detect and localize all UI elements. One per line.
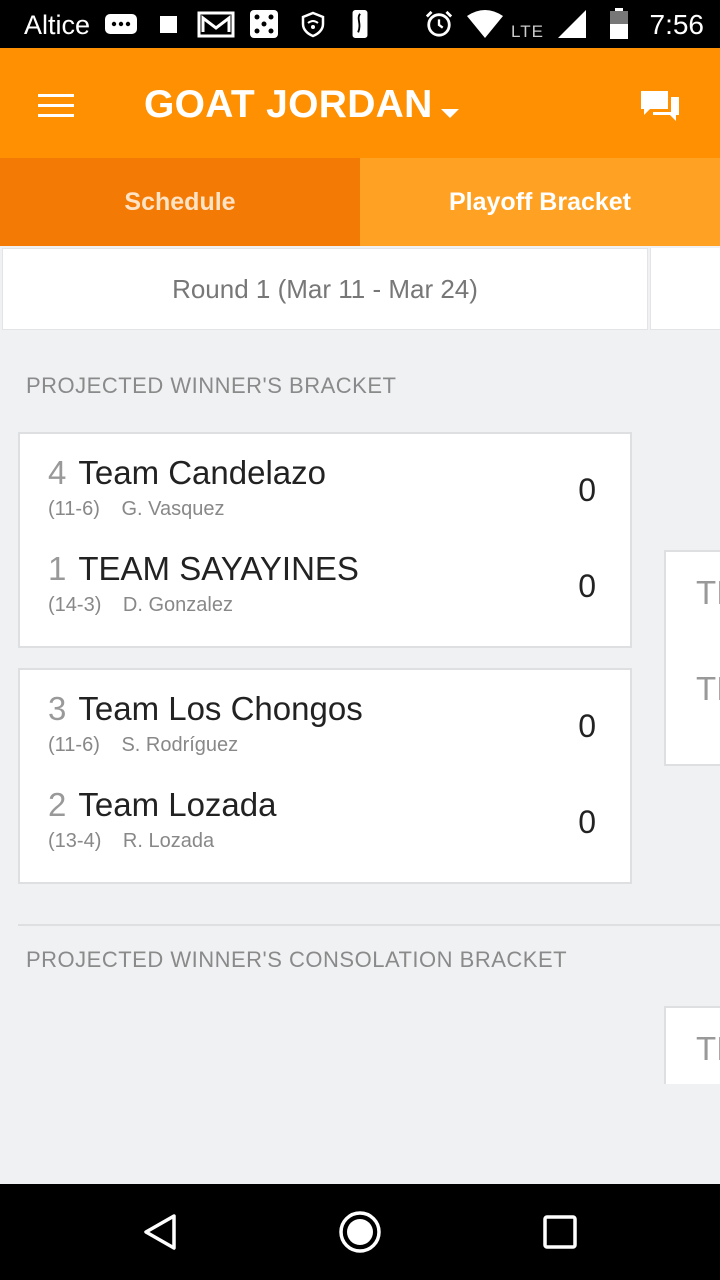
round-selector-current[interactable]: Round 1 (Mar 11 - Mar 24): [2, 248, 648, 330]
team-selector-title[interactable]: GOAT JORDAN: [144, 83, 433, 127]
next-round-team-label: TI: [696, 1030, 720, 1067]
system-nav-bar: [0, 1184, 720, 1280]
team-seed: 2: [48, 786, 67, 823]
team-name: Team Los Chongos: [78, 690, 363, 727]
status-bar: Altice LTE 7:56: [0, 0, 720, 48]
recents-icon[interactable]: [538, 1210, 582, 1254]
team-manager: D. Gonzalez: [122, 594, 233, 616]
app-bar: GOAT JORDAN: [0, 48, 720, 158]
team-name: TEAM SAYAYINES: [78, 550, 359, 587]
team-entry: 2 Team Lozada (13-4) R. Lozada: [48, 786, 277, 853]
next-round-team-label: TI: [696, 574, 720, 611]
team-score: 0: [578, 804, 596, 840]
section-divider: [18, 924, 720, 926]
team-manager: G. Vasquez: [121, 498, 225, 520]
team-entry: 4 Team Candelazo (11-6) G. Vasquez: [48, 454, 326, 521]
square-notification-icon: [160, 16, 177, 33]
signal-icon: [558, 10, 586, 38]
tab-schedule[interactable]: Schedule: [0, 158, 360, 246]
team-score: 0: [578, 708, 596, 744]
carrier-label: Altice: [24, 10, 91, 40]
message-icon: [105, 14, 137, 34]
team-record: (11-6): [48, 734, 100, 756]
team-name: Team Candelazo: [78, 454, 327, 491]
tab-bar: Schedule Playoff Bracket: [0, 158, 720, 246]
team-record: (11-6): [48, 498, 100, 520]
tab-playoff-bracket[interactable]: Playoff Bracket: [360, 158, 720, 246]
lte-label: LTE: [511, 22, 544, 41]
team-seed: 4: [48, 454, 67, 491]
matchup-card[interactable]: 4 Team Candelazo (11-6) G. Vasquez 0 1 T…: [18, 432, 632, 648]
vpn-shield-icon: [301, 11, 325, 38]
consolation-bracket-heading: PROJECTED WINNER'S CONSOLATION BRACKET: [26, 947, 568, 972]
wifi-icon: [467, 10, 503, 38]
team-entry: 3 Team Los Chongos (11-6) S. Rodríguez: [48, 690, 363, 757]
team-score: 0: [578, 568, 596, 604]
next-round-matchup-card[interactable]: TI TI: [664, 550, 720, 766]
gmail-icon: [197, 11, 235, 38]
dice-icon: [250, 10, 278, 38]
home-icon[interactable]: [338, 1210, 382, 1254]
next-round-team-label: TI: [696, 670, 720, 707]
hamburger-menu-icon[interactable]: [38, 94, 74, 118]
chevron-down-icon[interactable]: [441, 109, 459, 118]
round-selector-next[interactable]: [650, 248, 720, 330]
team-entry: 1 TEAM SAYAYINES (14-3) D. Gonzalez: [48, 550, 359, 617]
alarm-icon: [425, 10, 453, 37]
team-record: (13-4): [48, 830, 102, 852]
winners-bracket-heading: PROJECTED WINNER'S BRACKET: [26, 373, 397, 398]
clock-time: 7:56: [649, 9, 705, 40]
team-score: 0: [578, 472, 596, 508]
team-record: (14-3): [48, 594, 102, 616]
team-seed: 3: [48, 690, 67, 727]
nba-icon: [352, 10, 368, 38]
team-name: Team Lozada: [78, 786, 277, 823]
team-manager: S. Rodríguez: [121, 734, 239, 756]
team-seed: 1: [48, 550, 67, 587]
team-manager: R. Lozada: [122, 830, 215, 852]
consolation-matchup-card[interactable]: TI: [664, 1006, 720, 1084]
matchup-card[interactable]: 3 Team Los Chongos (11-6) S. Rodríguez 0…: [18, 668, 632, 884]
back-icon[interactable]: [138, 1210, 182, 1254]
battery-icon: [610, 8, 628, 39]
chat-icon[interactable]: [638, 88, 682, 124]
